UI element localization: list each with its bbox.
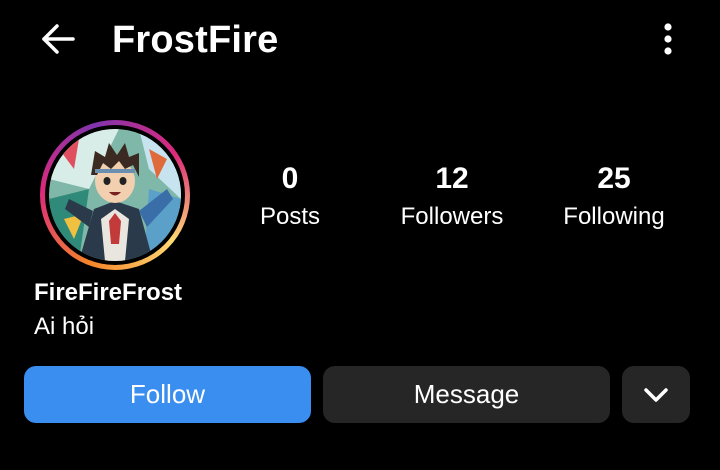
message-button[interactable]: Message (323, 366, 610, 423)
suggested-dropdown-button[interactable] (622, 366, 690, 423)
posts-count: 0 (281, 162, 299, 195)
avatar-story-ring[interactable] (40, 120, 190, 270)
stat-followers[interactable]: 12 Followers (377, 160, 527, 234)
stat-following[interactable]: 25 Following (539, 160, 689, 234)
following-count: 25 (597, 162, 631, 195)
profile-bio: Ai hỏi (34, 313, 95, 340)
profile-username: FireFireFrost (34, 279, 183, 306)
chevron-down-icon (643, 379, 669, 410)
following-label: Following (563, 203, 665, 230)
avatar[interactable] (49, 129, 181, 261)
page-title: FrostFire (112, 19, 279, 61)
followers-count: 12 (435, 162, 469, 195)
more-options-button[interactable] (650, 20, 686, 62)
posts-label: Posts (259, 203, 321, 230)
more-vertical-icon (663, 22, 673, 60)
stat-posts[interactable]: 0 Posts (215, 160, 365, 234)
followers-label: Followers (400, 203, 504, 230)
avatar-image (49, 129, 181, 261)
follow-button[interactable]: Follow (24, 366, 311, 423)
back-button[interactable] (36, 22, 80, 60)
arrow-left-icon (40, 23, 76, 60)
